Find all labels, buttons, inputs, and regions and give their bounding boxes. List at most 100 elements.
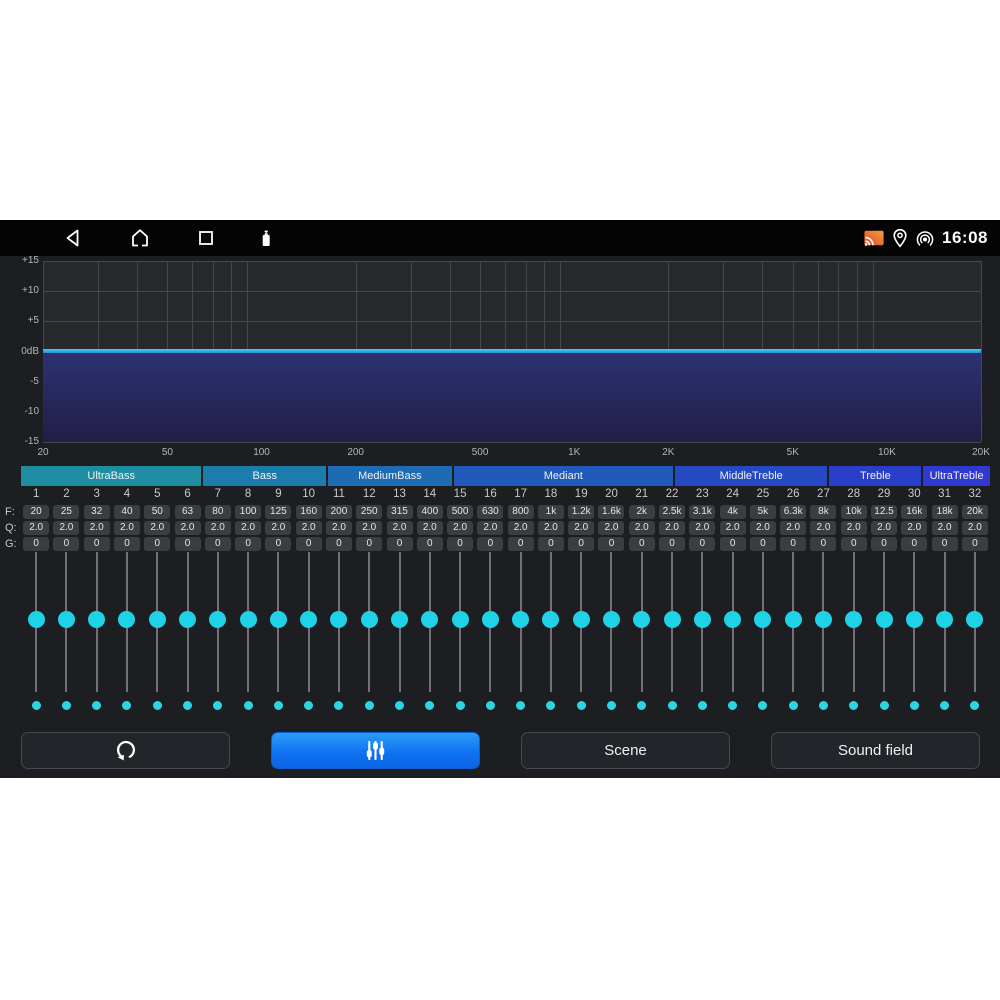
gain-value-box[interactable]: 0 <box>720 537 746 551</box>
q-value-box[interactable]: 2.0 <box>205 521 231 535</box>
gain-value-box[interactable]: 0 <box>689 537 715 551</box>
q-value-box[interactable]: 2.0 <box>235 521 261 535</box>
q-value-box[interactable]: 2.0 <box>144 521 170 535</box>
gain-value-box[interactable]: 0 <box>780 537 806 551</box>
q-value-box[interactable]: 2.0 <box>750 521 776 535</box>
gain-value-box[interactable]: 0 <box>962 537 988 551</box>
eq-slider-thumb[interactable] <box>209 611 226 628</box>
q-value-box[interactable]: 2.0 <box>598 521 624 535</box>
eq-slider-thumb[interactable] <box>815 611 832 628</box>
eq-slider-thumb[interactable] <box>845 611 862 628</box>
q-value-box[interactable]: 2.0 <box>296 521 322 535</box>
eq-slider-thumb[interactable] <box>906 611 923 628</box>
freq-value-box[interactable]: 125 <box>265 505 291 519</box>
eq-slider-thumb[interactable] <box>88 611 105 628</box>
q-value-box[interactable]: 2.0 <box>84 521 110 535</box>
freq-value-box[interactable]: 1.2k <box>568 505 594 519</box>
freq-value-box[interactable]: 500 <box>447 505 473 519</box>
gain-value-box[interactable]: 0 <box>417 537 443 551</box>
freq-value-box[interactable]: 200 <box>326 505 352 519</box>
q-value-box[interactable]: 2.0 <box>629 521 655 535</box>
q-value-box[interactable]: 2.0 <box>841 521 867 535</box>
freq-value-box[interactable]: 6.3k <box>780 505 806 519</box>
q-value-box[interactable]: 2.0 <box>659 521 685 535</box>
gain-value-box[interactable]: 0 <box>447 537 473 551</box>
freq-value-box[interactable]: 100 <box>235 505 261 519</box>
gain-value-box[interactable]: 0 <box>901 537 927 551</box>
freq-value-box[interactable]: 2k <box>629 505 655 519</box>
eq-slider-thumb[interactable] <box>270 611 287 628</box>
q-value-box[interactable]: 2.0 <box>53 521 79 535</box>
gain-value-box[interactable]: 0 <box>598 537 624 551</box>
eq-slider-thumb[interactable] <box>149 611 166 628</box>
freq-value-box[interactable]: 3.1k <box>689 505 715 519</box>
eq-slider-thumb[interactable] <box>118 611 135 628</box>
freq-value-box[interactable]: 32 <box>84 505 110 519</box>
freq-value-box[interactable]: 2.5k <box>659 505 685 519</box>
eq-slider-thumb[interactable] <box>633 611 650 628</box>
freq-value-box[interactable]: 25 <box>53 505 79 519</box>
freq-value-box[interactable]: 63 <box>175 505 201 519</box>
band-mediant[interactable]: Mediant <box>454 466 673 486</box>
eq-slider-thumb[interactable] <box>512 611 529 628</box>
freq-value-box[interactable]: 4k <box>720 505 746 519</box>
q-value-box[interactable]: 2.0 <box>417 521 443 535</box>
q-value-box[interactable]: 2.0 <box>871 521 897 535</box>
q-value-box[interactable]: 2.0 <box>326 521 352 535</box>
gain-value-box[interactable]: 0 <box>841 537 867 551</box>
gain-value-box[interactable]: 0 <box>53 537 79 551</box>
gain-value-box[interactable]: 0 <box>23 537 49 551</box>
eq-slider-thumb[interactable] <box>330 611 347 628</box>
gain-value-box[interactable]: 0 <box>932 537 958 551</box>
q-value-box[interactable]: 2.0 <box>265 521 291 535</box>
band-bass[interactable]: Bass <box>203 466 326 486</box>
q-value-box[interactable]: 2.0 <box>356 521 382 535</box>
q-value-box[interactable]: 2.0 <box>114 521 140 535</box>
reset-button[interactable] <box>21 732 230 769</box>
gain-value-box[interactable]: 0 <box>356 537 382 551</box>
sound-field-button[interactable]: Sound field <box>771 732 980 769</box>
freq-value-box[interactable]: 160 <box>296 505 322 519</box>
gain-value-box[interactable]: 0 <box>265 537 291 551</box>
q-value-box[interactable]: 2.0 <box>689 521 715 535</box>
eq-slider-thumb[interactable] <box>300 611 317 628</box>
gain-value-box[interactable]: 0 <box>114 537 140 551</box>
gain-value-box[interactable]: 0 <box>508 537 534 551</box>
gain-value-box[interactable]: 0 <box>235 537 261 551</box>
gain-value-box[interactable]: 0 <box>84 537 110 551</box>
eq-slider-thumb[interactable] <box>542 611 559 628</box>
gain-value-box[interactable]: 0 <box>477 537 503 551</box>
eq-slider-thumb[interactable] <box>58 611 75 628</box>
band-ultratreble[interactable]: UltraTreble <box>923 466 990 486</box>
eq-slider-thumb[interactable] <box>391 611 408 628</box>
eq-slider-thumb[interactable] <box>421 611 438 628</box>
home-icon[interactable] <box>128 226 152 250</box>
freq-value-box[interactable]: 20k <box>962 505 988 519</box>
band-ultrabass[interactable]: UltraBass <box>21 466 201 486</box>
freq-value-box[interactable]: 1.6k <box>598 505 624 519</box>
gain-value-box[interactable]: 0 <box>871 537 897 551</box>
q-value-box[interactable]: 2.0 <box>387 521 413 535</box>
q-value-box[interactable]: 2.0 <box>447 521 473 535</box>
q-value-box[interactable]: 2.0 <box>720 521 746 535</box>
freq-value-box[interactable]: 10k <box>841 505 867 519</box>
freq-value-box[interactable]: 400 <box>417 505 443 519</box>
freq-value-box[interactable]: 1k <box>538 505 564 519</box>
eq-slider-thumb[interactable] <box>876 611 893 628</box>
eq-slider-thumb[interactable] <box>482 611 499 628</box>
q-value-box[interactable]: 2.0 <box>175 521 201 535</box>
q-value-box[interactable]: 2.0 <box>810 521 836 535</box>
q-value-box[interactable]: 2.0 <box>962 521 988 535</box>
gain-value-box[interactable]: 0 <box>296 537 322 551</box>
band-treble[interactable]: Treble <box>829 466 921 486</box>
freq-value-box[interactable]: 315 <box>387 505 413 519</box>
q-value-box[interactable]: 2.0 <box>568 521 594 535</box>
gain-value-box[interactable]: 0 <box>810 537 836 551</box>
usb-icon[interactable] <box>254 226 278 250</box>
freq-value-box[interactable]: 40 <box>114 505 140 519</box>
recents-icon[interactable] <box>194 226 218 250</box>
gain-value-box[interactable]: 0 <box>387 537 413 551</box>
q-value-box[interactable]: 2.0 <box>932 521 958 535</box>
band-middletreble[interactable]: MiddleTreble <box>675 466 828 486</box>
gain-value-box[interactable]: 0 <box>629 537 655 551</box>
